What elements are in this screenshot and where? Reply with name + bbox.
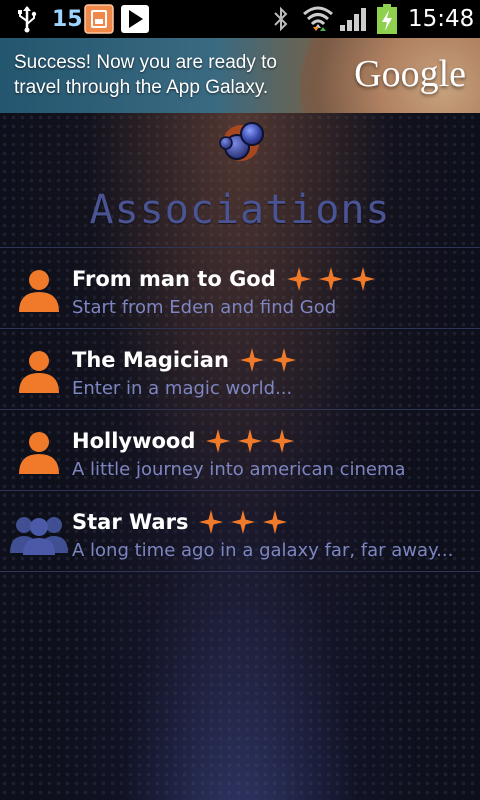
battery-charging-icon [376,0,398,38]
list-item-subtitle: A little journey into american cinema [72,459,406,480]
list-item-subtitle: A long time ago in a galaxy far, far awa… [72,540,454,561]
bluetooth-icon [272,0,290,38]
app-logo-icon [213,119,269,169]
ad-brand-logo: Google [354,53,466,95]
signal-icon [338,0,368,38]
list-item-subtitle: Enter in a magic world... [72,378,293,399]
star-icon [198,509,224,535]
main-content: Associations From man to God Start from E… [0,113,480,800]
list-item-title-row: From man to God [72,266,382,292]
rating-stars [205,428,301,454]
star-icon [271,347,297,373]
list-item[interactable]: Hollywood A little journey into american … [0,409,480,490]
ad-line-2: travel through the App Galaxy. [14,77,269,98]
clock: 15:48 [408,6,475,32]
rating-stars [239,347,303,373]
star-icon [205,428,231,454]
status-bar: 15° 15:48 [0,0,480,38]
single-user-icon [14,428,70,476]
associations-list: From man to God Start from Eden and find … [0,247,480,572]
ad-text: Success! Now you are ready to travel thr… [14,50,314,100]
single-user-icon [14,347,70,395]
star-icon [318,266,344,292]
list-item-title: Star Wars [72,510,189,534]
wifi-icon [302,0,334,38]
play-store-icon [120,0,150,38]
usb-icon [16,0,38,38]
list-item-title-row: The Magician [72,347,303,373]
list-item[interactable]: The Magician Enter in a magic world... [0,328,480,409]
list-item-title-row: Star Wars [72,509,294,535]
star-icon [269,428,295,454]
list-item-title: Hollywood [72,429,196,453]
star-icon [230,509,256,535]
list-item[interactable]: Star Wars A long time ago in a galaxy far… [0,490,480,572]
star-icon [262,509,288,535]
group-users-icon [10,509,68,557]
star-icon [239,347,265,373]
single-user-icon [14,266,70,314]
ad-line-1: Success! Now you are ready to [14,52,277,73]
star-icon [286,266,312,292]
star-icon [350,266,376,292]
list-item-subtitle: Start from Eden and find God [72,297,337,318]
rating-stars [286,266,382,292]
list-item-title-row: Hollywood [72,428,301,454]
page-title: Associations [89,187,391,233]
rating-stars [198,509,294,535]
thermometer-app-icon [84,0,114,38]
list-item[interactable]: From man to God Start from Eden and find … [0,247,480,328]
ad-banner[interactable]: Success! Now you are ready to travel thr… [0,38,480,113]
star-icon [237,428,263,454]
header: Associations [0,113,480,248]
list-item-title: The Magician [72,348,229,372]
list-item-title: From man to God [72,267,276,291]
